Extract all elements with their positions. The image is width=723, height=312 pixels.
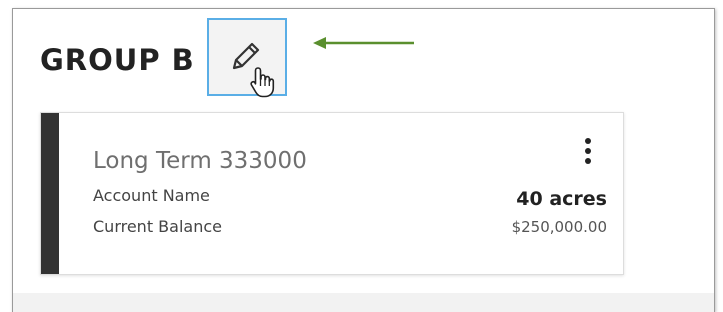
- account-name-label: Account Name: [93, 186, 210, 205]
- balance-value: $250,000.00: [511, 218, 607, 236]
- arrow-left-icon: [313, 37, 414, 49]
- card-accent-bar: [41, 113, 59, 274]
- menu-dot: [585, 157, 591, 164]
- hand-pointer-icon: [250, 67, 275, 98]
- account-title: Long Term 333000: [93, 148, 307, 174]
- current-balance-label: Current Balance: [93, 217, 222, 236]
- kebab-menu-icon[interactable]: [575, 133, 601, 169]
- menu-dot: [585, 137, 591, 144]
- menu-dot: [585, 147, 591, 154]
- panel-footer-band: [13, 293, 714, 312]
- group-title: GROUP B: [40, 43, 195, 77]
- account-card[interactable]: Long Term 333000 Account Name Current Ba…: [40, 112, 624, 275]
- acreage-value: 40 acres: [516, 188, 607, 210]
- edit-group-button[interactable]: [207, 18, 287, 98]
